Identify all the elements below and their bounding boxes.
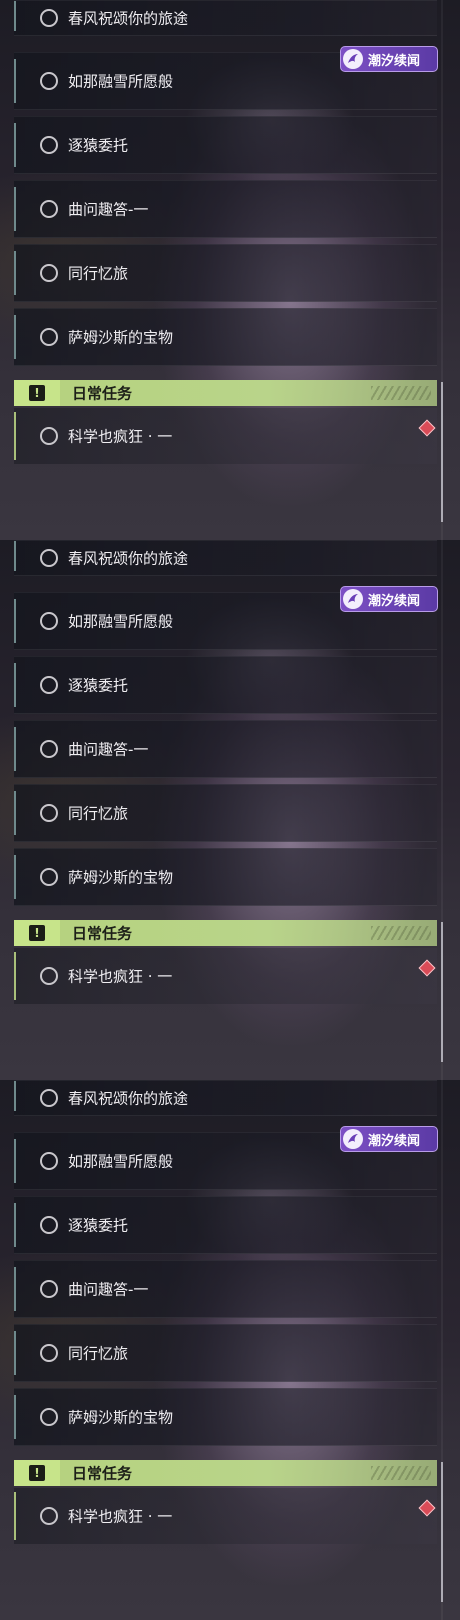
quest-label: 同行忆旅	[68, 1344, 129, 1363]
status-circle-icon	[40, 967, 58, 985]
quest-label: 同行忆旅	[68, 804, 129, 823]
quest-label: 春风祝颂你的旅途	[68, 9, 189, 28]
scrollbar-thumb[interactable]	[441, 1462, 443, 1602]
status-circle-icon	[40, 264, 58, 282]
quest-label: 如那融雪所愿般	[68, 1152, 174, 1171]
status-circle-icon	[40, 200, 58, 218]
quest-item[interactable]: 春风祝颂你的旅途	[14, 0, 437, 36]
quest-panel: 春风祝颂你的旅途 如那融雪所愿般 逐猿委托 曲问趣答-一 同行忆旅 萨姆沙斯的宝…	[0, 540, 460, 1080]
scrollbar-thumb[interactable]	[441, 382, 443, 522]
scrollbar-thumb[interactable]	[441, 922, 443, 1062]
quest-label: 同行忆旅	[68, 264, 129, 283]
status-circle-icon	[40, 740, 58, 758]
status-circle-icon	[40, 1216, 58, 1234]
decorative-stripes	[371, 926, 431, 940]
status-circle-icon	[40, 612, 58, 630]
quest-item[interactable]: 同行忆旅	[14, 244, 437, 302]
daily-quest-item[interactable]: 科学也疯狂 · 一	[14, 408, 437, 464]
status-circle-icon	[40, 1408, 58, 1426]
quest-item[interactable]: 逐猿委托	[14, 116, 437, 174]
quest-label: 萨姆沙斯的宝物	[68, 868, 174, 887]
quest-label: 萨姆沙斯的宝物	[68, 328, 174, 347]
quest-label: 逐猿委托	[68, 676, 129, 695]
screenshot-stack: 春风祝颂你的旅途 如那融雪所愿般 逐猿委托 曲问趣答-一 同行忆旅 萨姆沙斯的宝…	[0, 0, 460, 1620]
quest-item[interactable]: 春风祝颂你的旅途	[14, 1080, 437, 1116]
quest-panel: 春风祝颂你的旅途 如那融雪所愿般 逐猿委托 曲问趣答-一 同行忆旅 萨姆沙斯的宝…	[0, 1080, 460, 1620]
decorative-stripes	[371, 386, 431, 400]
quest-label: 如那融雪所愿般	[68, 72, 174, 91]
quest-label: 春风祝颂你的旅途	[68, 1089, 189, 1108]
decorative-stripes	[371, 1466, 431, 1480]
quest-label: 曲问趣答-一	[68, 1280, 149, 1299]
badge-text: 潮汐续闻	[368, 53, 421, 69]
quest-label: 科学也疯狂 · 一	[68, 427, 173, 446]
badge-text: 潮汐续闻	[368, 1133, 421, 1149]
status-circle-icon	[40, 1089, 58, 1107]
alert-icon: !	[14, 920, 60, 946]
status-circle-icon	[40, 1280, 58, 1298]
quest-item[interactable]: 逐猿委托	[14, 656, 437, 714]
quest-label: 春风祝颂你的旅途	[68, 549, 189, 568]
quest-item[interactable]: 曲问趣答-一	[14, 720, 437, 778]
quest-label: 逐猿委托	[68, 1216, 129, 1235]
daily-quest-item[interactable]: 科学也疯狂 · 一	[14, 948, 437, 1004]
quest-label: 曲问趣答-一	[68, 200, 149, 219]
status-circle-icon	[40, 427, 58, 445]
status-circle-icon	[40, 136, 58, 154]
quest-item[interactable]: 萨姆沙斯的宝物	[14, 848, 437, 906]
quest-item[interactable]: 逐猿委托	[14, 1196, 437, 1254]
quest-item[interactable]: 曲问趣答-一	[14, 180, 437, 238]
quest-label: 科学也疯狂 · 一	[68, 1507, 173, 1526]
daily-tasks-title: 日常任务	[72, 924, 133, 943]
badge-text: 潮汐续闻	[368, 593, 421, 609]
status-circle-icon	[40, 804, 58, 822]
quest-item[interactable]: 曲问趣答-一	[14, 1260, 437, 1318]
alert-icon: !	[14, 1460, 60, 1486]
status-circle-icon	[40, 1344, 58, 1362]
quest-label: 科学也疯狂 · 一	[68, 967, 173, 986]
status-circle-icon	[40, 549, 58, 567]
quest-item[interactable]: 同行忆旅	[14, 1324, 437, 1382]
quest-label: 曲问趣答-一	[68, 740, 149, 759]
event-badge[interactable]: 潮汐续闻	[340, 46, 438, 72]
daily-quest-item[interactable]: 科学也疯狂 · 一	[14, 1488, 437, 1544]
quest-item[interactable]: 萨姆沙斯的宝物	[14, 1388, 437, 1446]
status-circle-icon	[40, 676, 58, 694]
daily-tasks-title: 日常任务	[72, 384, 133, 403]
quest-label: 萨姆沙斯的宝物	[68, 1408, 174, 1427]
tide-logo-icon	[343, 589, 363, 609]
quest-item[interactable]: 春风祝颂你的旅途	[14, 540, 437, 576]
daily-tasks-header[interactable]: ! 日常任务	[14, 380, 437, 406]
tide-logo-icon	[343, 49, 363, 69]
quest-item[interactable]: 同行忆旅	[14, 784, 437, 842]
event-badge[interactable]: 潮汐续闻	[340, 586, 438, 612]
status-circle-icon	[40, 1152, 58, 1170]
daily-tasks-header[interactable]: ! 日常任务	[14, 1460, 437, 1486]
status-circle-icon	[40, 9, 58, 27]
event-badge[interactable]: 潮汐续闻	[340, 1126, 438, 1152]
quest-label: 逐猿委托	[68, 136, 129, 155]
quest-panel: 春风祝颂你的旅途 如那融雪所愿般 逐猿委托 曲问趣答-一 同行忆旅 萨姆沙斯的宝…	[0, 0, 460, 540]
daily-tasks-title: 日常任务	[72, 1464, 133, 1483]
status-circle-icon	[40, 328, 58, 346]
daily-tasks-header[interactable]: ! 日常任务	[14, 920, 437, 946]
alert-icon: !	[14, 380, 60, 406]
status-circle-icon	[40, 1507, 58, 1525]
quest-item[interactable]: 萨姆沙斯的宝物	[14, 308, 437, 366]
status-circle-icon	[40, 868, 58, 886]
status-circle-icon	[40, 72, 58, 90]
tide-logo-icon	[343, 1129, 363, 1149]
quest-label: 如那融雪所愿般	[68, 612, 174, 631]
